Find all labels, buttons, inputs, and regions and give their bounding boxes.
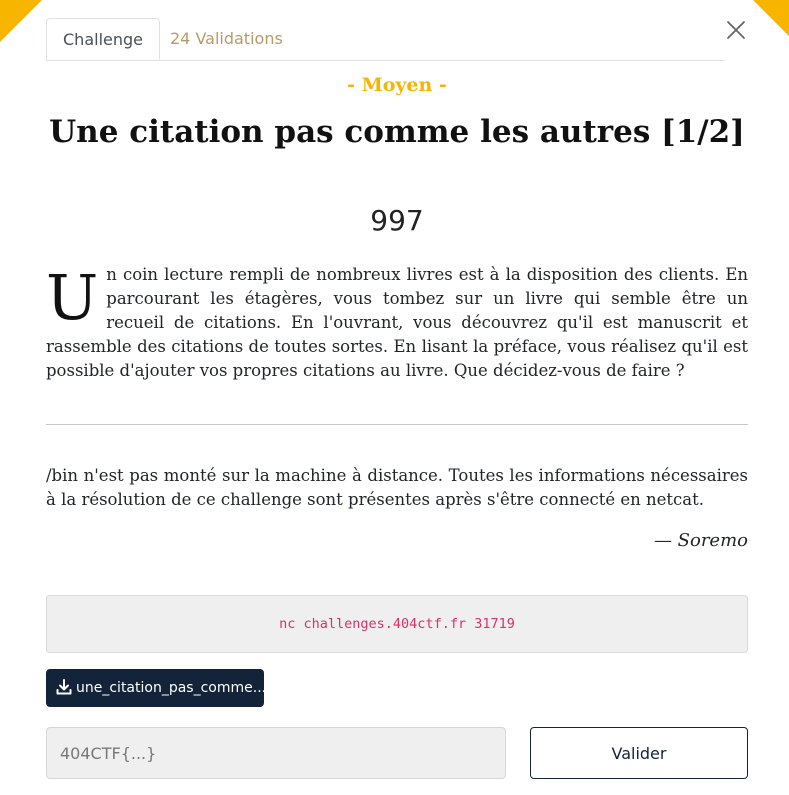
corner-ribbon-right <box>753 0 789 36</box>
tab-bar: Challenge 24 Validations <box>46 18 724 61</box>
challenge-title: Une citation pas comme les autres [1/2] <box>49 114 745 150</box>
difficulty-label: - Moyen - <box>347 74 447 96</box>
challenge-description: Un coin lecture rempli de nombreux livre… <box>46 263 748 383</box>
close-button[interactable] <box>724 18 748 42</box>
description-dropcap: U <box>46 261 99 334</box>
challenge-note: /bin n'est pas monté sur la machine à di… <box>46 466 748 509</box>
challenge-points: 997 <box>370 204 424 237</box>
challenge-author: — Soremo <box>653 530 748 551</box>
submit-flag-button[interactable]: Valider <box>530 727 748 779</box>
download-file-label: une_citation_pas_comme... <box>76 680 264 696</box>
flag-input[interactable] <box>46 727 506 779</box>
tab-challenge[interactable]: Challenge <box>46 18 160 60</box>
close-icon <box>727 21 745 39</box>
divider <box>46 424 748 425</box>
download-file-button[interactable]: une_citation_pas_comme... <box>46 669 264 707</box>
download-icon <box>56 679 72 695</box>
connection-command[interactable]: nc challenges.404ctf.fr 31719 <box>46 595 748 653</box>
description-text: n coin lecture rempli de nombreux livres… <box>46 265 748 380</box>
tab-validations[interactable]: 24 Validations <box>154 18 299 59</box>
corner-ribbon-left <box>0 0 42 42</box>
